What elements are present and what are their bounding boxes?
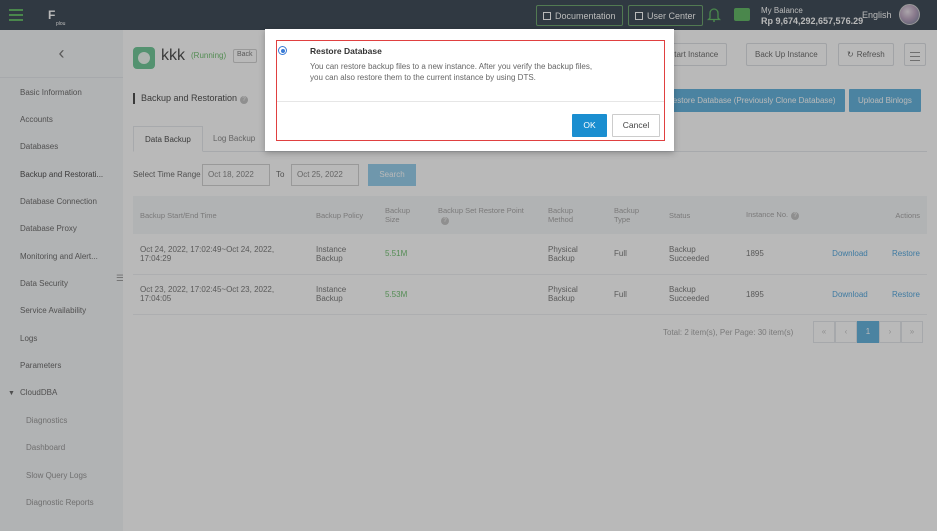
restore-database-radio[interactable] [278, 46, 287, 55]
ok-button[interactable]: OK [572, 114, 607, 137]
dialog-description: You can restore backup files to a new in… [310, 62, 593, 82]
dialog-title: Restore Database [310, 46, 382, 56]
cancel-button[interactable]: Cancel [612, 114, 660, 137]
restore-database-dialog: Restore Database You can restore backup … [265, 29, 674, 151]
dialog-divider [277, 101, 664, 102]
